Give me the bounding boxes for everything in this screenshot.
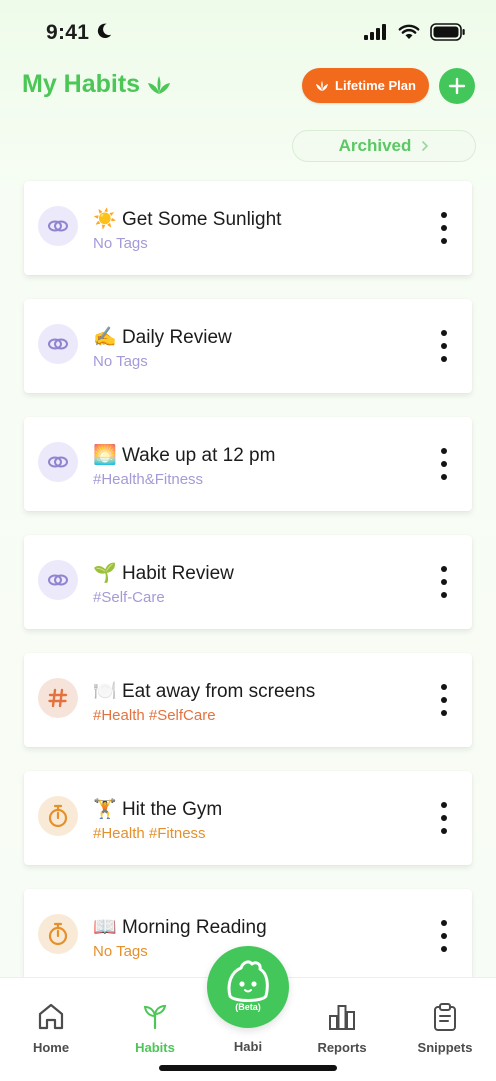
- status-time: 9:41: [46, 21, 90, 44]
- habi-label: Habi: [233, 1039, 263, 1054]
- archived-button[interactable]: Archived: [292, 130, 476, 162]
- habit-title: Get Some Sunlight: [121, 209, 282, 230]
- nav-reports[interactable]: Reports: [302, 978, 382, 1058]
- habit-name: 🌅 Wake up at 12 pm: [93, 443, 275, 467]
- home-icon: [38, 1003, 64, 1030]
- bar-chart-icon: [329, 1005, 355, 1030]
- nav-home[interactable]: Home: [11, 978, 91, 1058]
- more-options-icon[interactable]: [437, 684, 451, 716]
- battery-icon: [430, 23, 465, 41]
- stopwatch-icon: [38, 914, 78, 954]
- habit-title: Hit the Gym: [121, 799, 223, 820]
- hashtag-icon: [38, 678, 78, 718]
- habit-tags: No Tags: [93, 353, 148, 370]
- link-rings-icon: [38, 560, 78, 600]
- nav-snippets-label: Snippets: [417, 1040, 473, 1055]
- habit-card[interactable]: 🌅 Wake up at 12 pm #Health&Fitness: [24, 417, 472, 511]
- lifetime-plan-label: Lifetime Plan: [335, 78, 416, 93]
- habit-emoji: 🌅: [93, 445, 117, 466]
- habit-card[interactable]: 🏋️ Hit the Gym #Health #Fitness: [24, 771, 472, 865]
- habi-button[interactable]: (Beta): [207, 946, 289, 1028]
- habit-title: Wake up at 12 pm: [121, 445, 276, 466]
- habit-emoji: ☀️: [93, 209, 117, 230]
- habit-title: Daily Review: [121, 327, 232, 348]
- habit-tags: #Health #SelfCare: [93, 707, 216, 724]
- focus-moon-icon: [97, 23, 112, 39]
- habit-emoji: 🌱: [93, 563, 117, 584]
- more-options-icon[interactable]: [437, 802, 451, 834]
- plan-leaf-icon: [316, 80, 329, 91]
- habit-emoji: 📖: [93, 917, 117, 938]
- habit-name: 🌱 Habit Review: [93, 561, 234, 585]
- clipboard-icon: [434, 1003, 456, 1031]
- more-options-icon[interactable]: [437, 920, 451, 952]
- habit-tags: No Tags: [93, 235, 148, 252]
- more-options-icon[interactable]: [437, 212, 451, 244]
- habit-name: 📖 Morning Reading: [93, 915, 267, 939]
- nav-snippets[interactable]: Snippets: [405, 978, 485, 1058]
- nav-reports-label: Reports: [317, 1040, 367, 1055]
- habit-card[interactable]: ☀️ Get Some Sunlight No Tags: [24, 181, 472, 275]
- sprout-icon: [143, 1004, 167, 1030]
- signal-icon: [364, 24, 386, 40]
- habit-tags: #Self-Care: [93, 589, 165, 606]
- home-indicator: [159, 1065, 337, 1071]
- habit-title: Morning Reading: [121, 917, 267, 938]
- status-icons: [364, 23, 466, 41]
- page-title: My Habits: [22, 70, 141, 98]
- more-options-icon[interactable]: [437, 566, 451, 598]
- nav-home-label: Home: [32, 1040, 70, 1055]
- habit-title: Eat away from screens: [121, 681, 316, 702]
- habit-emoji: 🏋️: [93, 799, 117, 820]
- sprout-icon: [148, 76, 170, 94]
- habit-card[interactable]: ✍️ Daily Review No Tags: [24, 299, 472, 393]
- more-options-icon[interactable]: [437, 330, 451, 362]
- habit-name: 🏋️ Hit the Gym: [93, 797, 222, 821]
- habit-name: 🍽️ Eat away from screens: [93, 679, 315, 703]
- plus-icon: [448, 77, 466, 95]
- habit-card[interactable]: 🌱 Habit Review #Self-Care: [24, 535, 472, 629]
- nav-habits[interactable]: Habits: [115, 978, 195, 1058]
- habit-tags: No Tags: [93, 943, 148, 960]
- more-options-icon[interactable]: [437, 448, 451, 480]
- link-rings-icon: [38, 206, 78, 246]
- habit-name: ☀️ Get Some Sunlight: [93, 207, 281, 231]
- nav-habits-label: Habits: [135, 1040, 175, 1055]
- chevron-right-icon: [422, 141, 429, 151]
- habi-mascot-icon: [227, 960, 269, 1002]
- habit-card[interactable]: 🍽️ Eat away from screens #Health #SelfCa…: [24, 653, 472, 747]
- habit-emoji: ✍️: [93, 327, 117, 348]
- wifi-icon: [398, 24, 420, 39]
- habi-beta-badge: (Beta): [235, 1002, 261, 1012]
- habit-title: Habit Review: [121, 563, 234, 584]
- habit-name: ✍️ Daily Review: [93, 325, 232, 349]
- status-bar: 9:41: [0, 0, 496, 66]
- link-rings-icon: [38, 324, 78, 364]
- habit-emoji: 🍽️: [93, 681, 117, 702]
- link-rings-icon: [38, 442, 78, 482]
- archived-label: Archived: [338, 136, 412, 155]
- stopwatch-icon: [38, 796, 78, 836]
- habit-tags: #Health&Fitness: [93, 471, 204, 488]
- add-habit-button[interactable]: [439, 68, 475, 104]
- lifetime-plan-button[interactable]: Lifetime Plan: [302, 68, 429, 103]
- habit-tags: #Health #Fitness: [93, 825, 206, 842]
